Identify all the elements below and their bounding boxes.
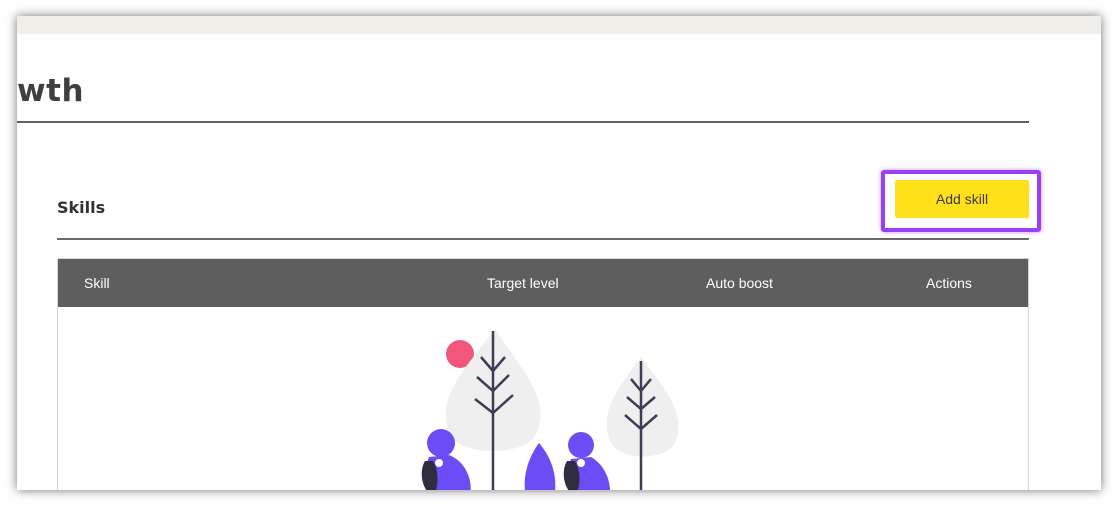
person-right xyxy=(563,432,610,490)
title-divider xyxy=(17,121,1029,123)
small-purple-leaf xyxy=(524,443,556,490)
app-window: wth Skills Add skill Skill Target level … xyxy=(17,16,1101,490)
add-skill-button[interactable]: Add skill xyxy=(895,180,1029,218)
skills-section-title: Skills xyxy=(57,198,106,217)
column-header-actions: Actions xyxy=(926,275,972,291)
column-header-skill[interactable]: Skill xyxy=(84,259,110,307)
top-bar xyxy=(17,16,1101,34)
column-header-auto-boost[interactable]: Auto boost xyxy=(706,259,773,307)
page-title: wth xyxy=(17,73,85,109)
empty-state-illustration xyxy=(421,329,679,490)
section-divider xyxy=(57,238,1029,240)
skills-table: Skill Target level Auto boost Actions xyxy=(57,258,1029,490)
